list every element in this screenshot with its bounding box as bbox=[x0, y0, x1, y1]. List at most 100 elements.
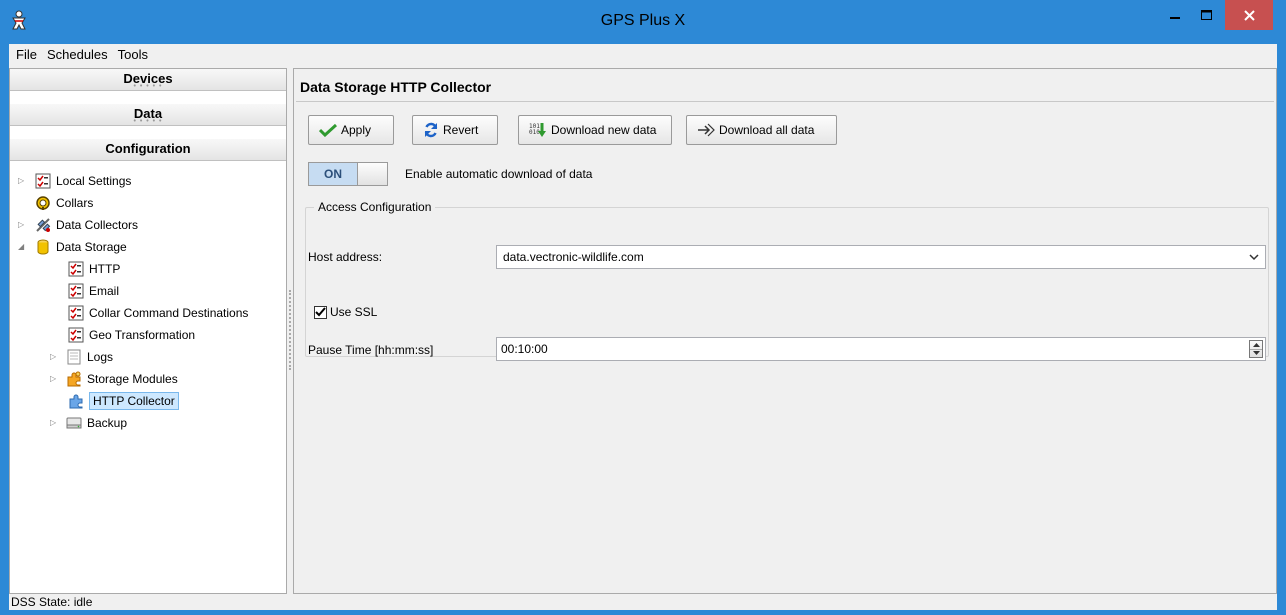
tree-label: HTTP Collector bbox=[89, 392, 179, 410]
access-configuration-group: Access Configuration bbox=[305, 200, 1269, 357]
auto-download-toggle[interactable]: ON bbox=[308, 162, 388, 186]
arrow-up-icon bbox=[1252, 343, 1260, 347]
maximize-icon bbox=[1200, 10, 1212, 20]
download-new-data-button[interactable]: 101 010 Download new data bbox=[518, 115, 672, 145]
minimize-button[interactable] bbox=[1160, 0, 1190, 30]
grip-dots: • • • • • bbox=[133, 118, 163, 125]
expand-data-collectors[interactable]: ▷ bbox=[18, 220, 28, 230]
revert-button[interactable]: Revert bbox=[412, 115, 498, 145]
apply-button[interactable]: Apply bbox=[308, 115, 394, 145]
auto-download-label: Enable automatic download of data bbox=[405, 167, 593, 181]
document-icon bbox=[67, 349, 81, 365]
client-area: File Schedules Tools Devices • • • • • D… bbox=[9, 44, 1277, 610]
checkmark-icon bbox=[315, 307, 326, 317]
host-address-label: Host address: bbox=[308, 250, 383, 264]
title-divider bbox=[296, 101, 1274, 102]
puzzle-icon bbox=[67, 371, 81, 387]
host-address-combobox[interactable]: data.vectronic-wildlife.com bbox=[496, 245, 1266, 269]
download-all-label: Download all data bbox=[719, 123, 815, 137]
tree-item-logs[interactable]: Logs bbox=[66, 347, 113, 367]
download-binary-icon: 101010 bbox=[529, 123, 546, 137]
checklist-icon bbox=[68, 261, 84, 277]
tree-item-collars[interactable]: Collars bbox=[35, 193, 93, 213]
menu-file[interactable]: File bbox=[11, 44, 42, 66]
download-new-label: Download new data bbox=[551, 123, 657, 137]
tree-label: Email bbox=[89, 284, 120, 298]
drive-icon bbox=[66, 417, 82, 429]
tree-label: HTTP bbox=[89, 262, 121, 276]
status-text: DSS State: idle bbox=[11, 595, 93, 609]
close-icon bbox=[1243, 9, 1255, 21]
close-button[interactable] bbox=[1225, 0, 1273, 30]
tree-label: Collar Command Destinations bbox=[89, 306, 249, 320]
tree-item-geo-transformation[interactable]: Geo Transformation bbox=[68, 325, 195, 345]
title-bar[interactable]: GPS Plus X bbox=[0, 0, 1286, 44]
expand-backup[interactable]: ▷ bbox=[50, 418, 60, 428]
tree-item-local-settings[interactable]: Local Settings bbox=[35, 171, 131, 191]
spin-up-button[interactable] bbox=[1250, 341, 1262, 349]
tree-label: Logs bbox=[87, 350, 114, 364]
satellite-icon bbox=[36, 218, 51, 232]
toggle-knob bbox=[357, 163, 387, 185]
import-arrow-icon bbox=[698, 123, 715, 137]
tree-label: Storage Modules bbox=[87, 372, 178, 386]
detail-panel: Data Storage HTTP Collector Apply Revert… bbox=[293, 68, 1277, 594]
checklist-icon bbox=[68, 305, 84, 321]
window-title: GPS Plus X bbox=[600, 12, 686, 29]
checkmark-icon bbox=[319, 123, 337, 137]
checklist-icon bbox=[68, 327, 84, 343]
section-configuration[interactable]: Configuration bbox=[10, 139, 286, 161]
chevron-down-icon[interactable] bbox=[1249, 253, 1259, 261]
tree-item-email[interactable]: Email bbox=[68, 281, 119, 301]
revert-label: Revert bbox=[443, 123, 479, 137]
collapse-data-storage[interactable]: ◢ bbox=[18, 242, 28, 252]
spinner-buttons bbox=[1249, 340, 1263, 358]
app-window: GPS Plus X File Schedules Tools Devices … bbox=[0, 0, 1286, 615]
host-address-value: data.vectronic-wildlife.com bbox=[503, 250, 644, 264]
expand-local-settings[interactable]: ▷ bbox=[18, 176, 28, 186]
pause-time-label: Pause Time [hh:mm:ss] bbox=[308, 343, 434, 357]
tree-item-collar-command-destinations[interactable]: Collar Command Destinations bbox=[68, 303, 248, 323]
section-data[interactable]: Data • • • • • bbox=[10, 104, 286, 126]
spin-down-button[interactable] bbox=[1250, 349, 1262, 357]
expand-storage-modules[interactable]: ▷ bbox=[50, 374, 60, 384]
use-ssl-checkbox[interactable] bbox=[314, 305, 327, 319]
tree-item-storage-modules[interactable]: Storage Modules bbox=[66, 369, 178, 389]
tree-item-data-storage[interactable]: Data Storage bbox=[35, 237, 127, 257]
tree-item-data-collectors[interactable]: Data Collectors bbox=[35, 215, 138, 235]
menu-bar: File Schedules Tools bbox=[9, 44, 1277, 66]
tree-item-backup[interactable]: Backup bbox=[66, 413, 127, 433]
apply-label: Apply bbox=[341, 123, 372, 137]
section-devices[interactable]: Devices • • • • • bbox=[10, 69, 286, 91]
tree-label: Backup bbox=[87, 416, 128, 430]
use-ssl-option[interactable]: Use SSL bbox=[314, 305, 377, 319]
panel-title: Data Storage HTTP Collector bbox=[300, 79, 492, 95]
tree-label: Geo Transformation bbox=[89, 328, 196, 342]
navigation-pane: Devices • • • • • Data • • • • • Configu… bbox=[9, 68, 287, 594]
grip-dots: • • • • • bbox=[133, 83, 163, 90]
section-configuration-label: Configuration bbox=[105, 141, 191, 156]
tree-label: Data Collectors bbox=[56, 218, 139, 232]
splitter-handle[interactable] bbox=[289, 290, 292, 370]
menu-tools[interactable]: Tools bbox=[113, 44, 153, 66]
collar-icon bbox=[36, 196, 50, 210]
puzzle-icon bbox=[69, 394, 83, 409]
use-ssl-label: Use SSL bbox=[330, 305, 378, 319]
maximize-button[interactable] bbox=[1191, 0, 1221, 30]
tree-label: Local Settings bbox=[56, 174, 132, 188]
tree-label: Collars bbox=[56, 196, 94, 210]
refresh-icon bbox=[424, 122, 438, 138]
tree-item-http-collector[interactable]: HTTP Collector bbox=[68, 391, 179, 411]
menu-schedules[interactable]: Schedules bbox=[42, 44, 113, 66]
toggle-state: ON bbox=[309, 163, 357, 185]
group-legend: Access Configuration bbox=[314, 200, 436, 214]
download-all-data-button[interactable]: Download all data bbox=[686, 115, 837, 145]
status-bar: DSS State: idle bbox=[9, 594, 1277, 610]
svg-text:010: 010 bbox=[529, 129, 540, 136]
expand-logs[interactable]: ▷ bbox=[50, 352, 60, 362]
pause-time-spinner[interactable]: 00:10:00 bbox=[496, 337, 1266, 361]
database-icon bbox=[37, 239, 49, 255]
minimize-icon bbox=[1170, 17, 1180, 19]
arrow-down-icon bbox=[1252, 351, 1260, 355]
tree-item-http[interactable]: HTTP bbox=[68, 259, 120, 279]
